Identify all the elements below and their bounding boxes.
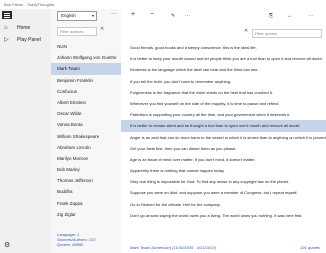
- list-item-selected[interactable]: Mark Twain: [51, 63, 121, 75]
- close-icon[interactable]: ✕: [244, 28, 248, 34]
- list-item[interactable]: Go to Heaven for the climate, Hell for t…: [121, 199, 326, 210]
- list-item[interactable]: Age is an issue of mind over matter. If …: [121, 154, 326, 165]
- list-item[interactable]: It is better to keep your mouth closed a…: [121, 53, 326, 64]
- list-item[interactable]: Good friends, good books and a sleepy co…: [121, 42, 326, 53]
- list-item[interactable]: Marilyn Monroe: [51, 153, 121, 164]
- list-item[interactable]: Don't go around saying the world owes yo…: [121, 210, 326, 221]
- list-item[interactable]: Frank Zappa: [51, 198, 121, 209]
- list-item[interactable]: Anger is an acid that can do more harm t…: [121, 132, 326, 143]
- list-item[interactable]: Benjamin Franklin: [51, 75, 121, 86]
- authors-panel: English ▾ ··· Filter authors ✕ NUN Johan…: [51, 9, 121, 253]
- list-item[interactable]: William Shakespeare: [51, 131, 121, 142]
- list-item[interactable]: Abraham Lincoln: [51, 142, 121, 153]
- list-item[interactable]: Albert Einstein: [51, 97, 121, 108]
- toolbar: + − ✎ ··· ⎘ ↔ ···: [121, 9, 326, 23]
- selected-author-info: Mark Twain (American) (11/30/1835 - 4/21…: [130, 245, 216, 250]
- nav-item-play-panel[interactable]: ▷ Play Panel: [0, 35, 51, 45]
- list-item[interactable]: Only one thing is impossible for God: To…: [121, 176, 326, 187]
- hamburger-menu-icon[interactable]: [2, 11, 12, 19]
- chevron-down-icon: ▾: [91, 13, 94, 18]
- list-item[interactable]: Whenever you find yourself on the side o…: [121, 98, 326, 109]
- list-item[interactable]: Kindness is the language which the deaf …: [121, 64, 326, 75]
- edit-icon[interactable]: ✎: [171, 12, 175, 20]
- list-item[interactable]: NUN: [51, 41, 121, 52]
- authors-filter-input[interactable]: Filter authors: [57, 27, 97, 36]
- quote-count: 191 quotes: [300, 245, 320, 250]
- list-item[interactable]: Buddha: [51, 186, 121, 197]
- quotes-panel: + − ✎ ··· ⎘ ↔ ··· ✕ Filter quotes Good f…: [121, 9, 326, 253]
- add-icon[interactable]: +: [131, 11, 135, 19]
- list-item[interactable]: Vanna Bonta: [51, 119, 121, 130]
- remove-icon[interactable]: −: [150, 11, 154, 19]
- stats-block: Language: 1 Sources/Authors: 123 Quotes:…: [57, 232, 95, 247]
- close-icon[interactable]: ✕: [100, 26, 104, 32]
- nav-rail: ⌂ Home ▷ Play Panel ⚙: [0, 9, 51, 253]
- list-item[interactable]: Get your facts first, then you can disto…: [121, 143, 326, 154]
- list-item[interactable]: Zig Ziglar: [51, 209, 121, 220]
- more-icon[interactable]: ···: [308, 12, 313, 20]
- language-value: English: [61, 13, 76, 18]
- list-item[interactable]: Thomas Jefferson: [51, 175, 121, 186]
- settings-icon[interactable]: ⚙: [4, 241, 10, 249]
- list-item[interactable]: Patriotism is supporting your country al…: [121, 109, 326, 120]
- list-item[interactable]: Suppose you were an idiot, and suppose y…: [121, 187, 326, 198]
- language-select[interactable]: English ▾: [57, 11, 97, 21]
- status-footer: Mark Twain (American) (11/30/1835 - 4/21…: [121, 242, 326, 253]
- quotes-filter-input[interactable]: Filter quotes: [252, 29, 322, 38]
- list-item[interactable]: Oscar Wilde: [51, 108, 121, 119]
- list-item[interactable]: Bob Marley: [51, 164, 121, 175]
- quote-list: Good friends, good books and a sleepy co…: [121, 42, 326, 221]
- more-icon[interactable]: ···: [185, 12, 190, 20]
- home-icon: ⌂: [4, 25, 8, 31]
- play-icon: ▷: [4, 37, 9, 43]
- window-title: Bob Fisher - ToddyThoughts: [0, 0, 326, 9]
- nav-item-label: Home: [17, 25, 31, 31]
- arrows-icon[interactable]: ↔: [287, 12, 292, 20]
- list-item-selected[interactable]: It is better to remain silent and be tho…: [121, 120, 326, 132]
- list-item[interactable]: Johann Wolfgang von Goethe: [51, 52, 121, 63]
- list-item[interactable]: Apparently there is nothing that cannot …: [121, 165, 326, 176]
- copy-icon[interactable]: ⎘: [269, 12, 273, 20]
- list-item[interactable]: If you tell the truth, you don't have to…: [121, 76, 326, 87]
- author-list: NUN Johann Wolfgang von Goethe Mark Twai…: [51, 41, 121, 220]
- list-item[interactable]: Confucius: [51, 86, 121, 97]
- nav-item-home[interactable]: ⌂ Home: [0, 23, 51, 33]
- list-item[interactable]: Forgiveness is the fragrance that the vi…: [121, 87, 326, 98]
- app-window: Bob Fisher - ToddyThoughts ⌂ Home ▷ Play…: [0, 0, 326, 253]
- authors-more-button[interactable]: ···: [111, 11, 117, 17]
- stats-quotes: Quotes: 46890: [57, 242, 84, 247]
- nav-item-label: Play Panel: [17, 37, 41, 43]
